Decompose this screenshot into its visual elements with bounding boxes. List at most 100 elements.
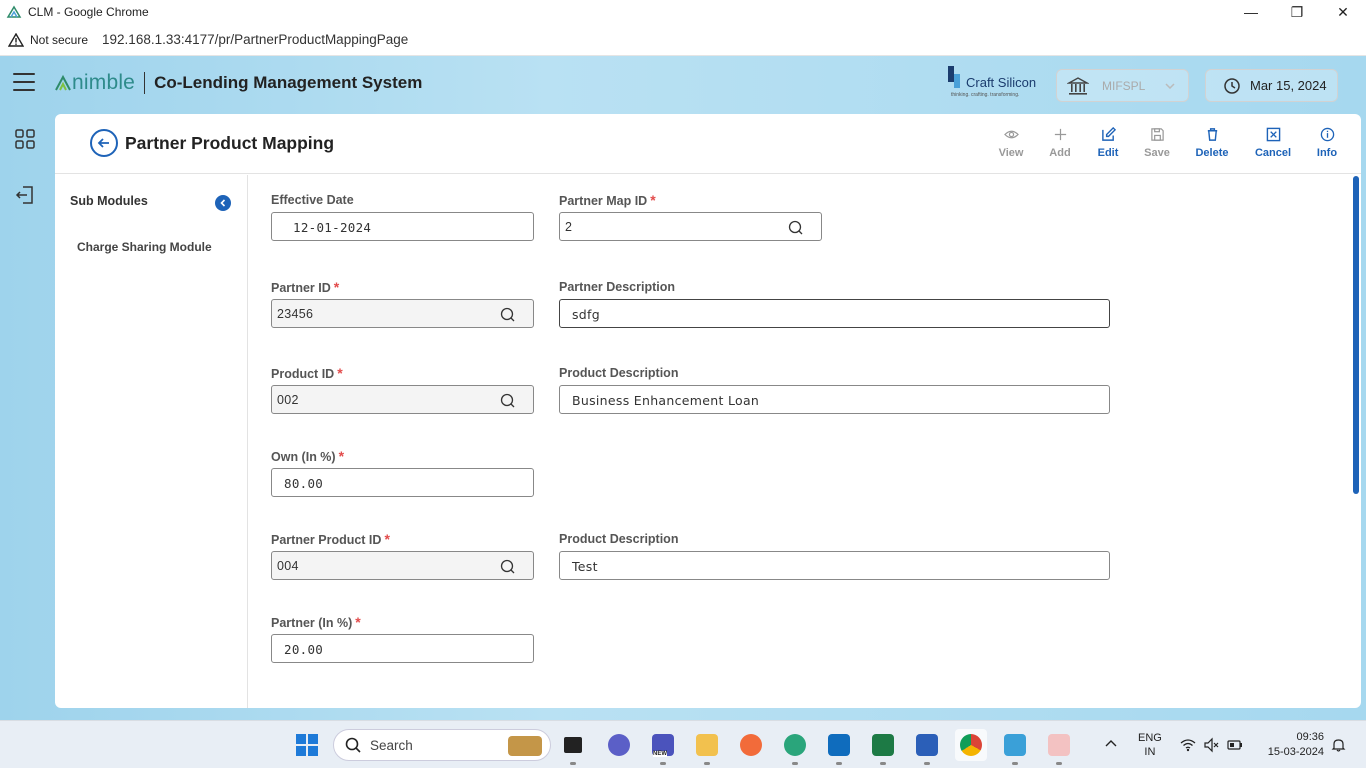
search-icon[interactable] (500, 559, 515, 574)
restore-button[interactable]: ❐ (1274, 0, 1320, 24)
clock-icon (1224, 77, 1240, 94)
partner-description-label: Partner Description (559, 280, 676, 294)
view-label: View (998, 147, 1024, 159)
task-view-icon[interactable] (557, 729, 589, 765)
notepad-icon[interactable] (999, 729, 1031, 765)
info-icon (1320, 127, 1334, 142)
chevron-up-icon[interactable] (1104, 737, 1118, 751)
edit-icon (1101, 127, 1116, 141)
vertical-scrollbar[interactable] (1353, 176, 1359, 494)
back-button[interactable] (90, 129, 118, 157)
logout-icon[interactable] (14, 184, 36, 206)
system-clock[interactable]: 09:36 15-03-2024 (1260, 730, 1324, 760)
partner-id-label: Partner ID * (271, 279, 340, 295)
teams-new-badge: NEW (653, 751, 667, 757)
product-id-field[interactable]: 002 (271, 385, 534, 414)
word-icon[interactable] (911, 729, 943, 765)
minimize-button[interactable]: — (1228, 0, 1274, 24)
partner-product-id-field[interactable]: 004 (271, 551, 534, 580)
save-label: Save (1144, 147, 1170, 159)
language-code: ENG (1138, 732, 1162, 744)
craft-silicon-logo-icon (948, 66, 960, 88)
delete-button[interactable]: Delete (1187, 127, 1237, 159)
search-highlight-icon (508, 736, 542, 756)
teams-icon[interactable]: NEW (647, 729, 679, 765)
battery-icon[interactable] (1227, 737, 1243, 753)
excel-icon[interactable] (867, 729, 899, 765)
main-panel: Partner Product Mapping View Add Edit Sa… (55, 114, 1361, 708)
save-button[interactable]: Save (1132, 127, 1182, 159)
page-title: Partner Product Mapping (125, 133, 335, 153)
clock-time: 09:36 (1296, 731, 1324, 743)
windows-start-button[interactable] (296, 734, 318, 756)
volume-muted-icon[interactable] (1203, 737, 1219, 753)
branch-select[interactable]: MIFSPL (1056, 69, 1189, 102)
cancel-label: Cancel (1254, 147, 1292, 159)
nimble-logo-icon (55, 74, 71, 91)
warning-icon (8, 32, 24, 47)
product-description-value: Business Enhancement Loan (572, 393, 760, 408)
language-indicator[interactable]: ENG IN (1138, 731, 1162, 759)
partner-product-id-label: Partner Product ID * (271, 531, 390, 547)
sub-module-charge-sharing[interactable]: Charge Sharing Module (77, 240, 212, 254)
close-window-button[interactable]: ✕ (1320, 0, 1366, 24)
taskbar-search[interactable]: Search (333, 729, 551, 761)
edge-icon[interactable] (779, 729, 811, 765)
edit-button[interactable]: Edit (1083, 127, 1133, 159)
effective-date-field[interactable]: 12-01-2024 (271, 212, 534, 241)
security-label: Not secure (30, 32, 89, 47)
grid-apps-icon[interactable] (14, 128, 36, 150)
snipping-tool-icon[interactable] (1043, 729, 1075, 765)
partner-product-description-field[interactable]: Test (559, 551, 1110, 580)
own-percent-label: Own (In %) * (271, 448, 345, 464)
menu-icon[interactable] (13, 73, 35, 91)
security-indicator[interactable]: Not secure (8, 32, 89, 47)
partner-logo: Craft Silicon thinking. crafting. transf… (946, 66, 1046, 100)
business-date: Mar 15, 2024 (1205, 69, 1338, 102)
product-id-value: 002 (277, 393, 299, 407)
pen-app-icon[interactable] (735, 729, 767, 761)
language-region: IN (1144, 746, 1156, 758)
info-button[interactable]: Info (1302, 127, 1352, 159)
clock-date: 15-03-2024 (1267, 746, 1324, 758)
partner-description-field[interactable]: sdfg (559, 299, 1110, 328)
window-title: CLM - Google Chrome (28, 5, 149, 19)
effective-date-label: Effective Date (271, 193, 354, 207)
partner-id-field[interactable]: 23456 (271, 299, 534, 328)
notification-bell-icon[interactable] (1331, 737, 1346, 752)
system-name: Co-Lending Management System (154, 73, 423, 92)
cancel-button[interactable]: Cancel (1248, 127, 1298, 159)
teams-chat-icon[interactable] (603, 729, 635, 761)
eye-icon (1003, 130, 1019, 139)
partner-map-id-field[interactable]: 2 (559, 212, 822, 241)
product-description-field[interactable]: Business Enhancement Loan (559, 385, 1110, 414)
trash-icon (1207, 128, 1217, 141)
app-favicon-icon (6, 5, 22, 18)
partner-percent-label: Partner (In %) * (271, 614, 361, 630)
search-icon[interactable] (500, 393, 515, 408)
file-explorer-icon[interactable] (691, 729, 723, 765)
save-icon (1150, 128, 1164, 141)
chrome-icon[interactable] (955, 729, 987, 761)
sub-modules-panel: Sub Modules Charge Sharing Module (55, 175, 248, 708)
partner-logo-name: Craft Silicon (966, 75, 1037, 90)
branch-value: MIFSPL (1102, 78, 1146, 93)
add-button[interactable]: Add (1035, 127, 1085, 159)
partner-map-id-value: 2 (565, 220, 573, 234)
outlook-icon[interactable] (823, 729, 855, 765)
chevron-down-icon (1165, 82, 1175, 89)
search-icon[interactable] (788, 220, 803, 235)
own-percent-field[interactable]: 80.00 (271, 468, 534, 497)
effective-date-value: 12-01-2024 (293, 220, 372, 235)
collapse-sub-modules-button[interactable] (215, 195, 231, 211)
wifi-icon[interactable] (1180, 737, 1196, 753)
partner-percent-field[interactable]: 20.00 (271, 634, 534, 663)
search-icon[interactable] (500, 307, 515, 322)
url-field[interactable]: 192.168.1.33:4177/pr/PartnerProductMappi… (102, 32, 408, 47)
view-button[interactable]: View (986, 127, 1036, 159)
partner-product-id-value: 004 (277, 559, 299, 573)
brand-name: nimble (72, 71, 136, 94)
search-icon (345, 737, 361, 753)
close-box-icon (1266, 127, 1280, 142)
partner-logo-tagline: thinking. crafting. transforming. (951, 92, 1020, 98)
